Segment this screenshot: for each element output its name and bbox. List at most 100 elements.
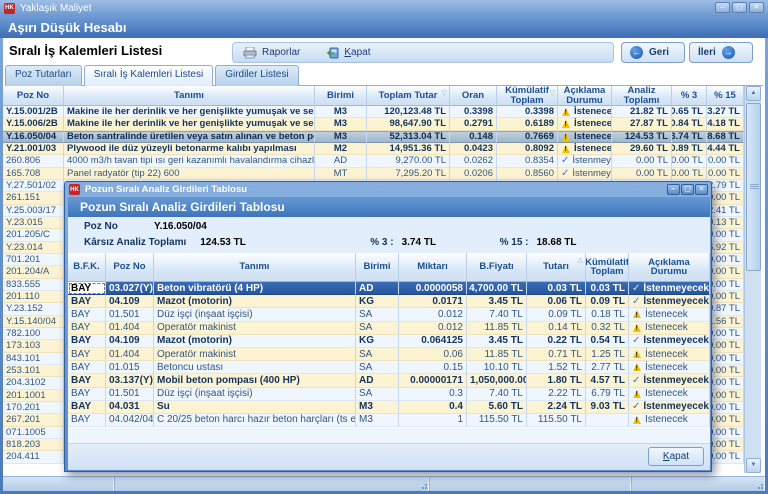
table-row[interactable]: BAY04.109Mazot (motorin)KG0.0641253.45 T… xyxy=(68,335,710,348)
cell-poz: 03.027(Y) xyxy=(106,282,154,295)
cell-p15: 0.00 TL xyxy=(707,340,744,352)
warning-icon: ! xyxy=(633,363,641,371)
cell-fiyat: 11.85 TL xyxy=(467,348,527,361)
column-header-bfk[interactable]: B.F.K. xyxy=(68,253,106,282)
resize-grip[interactable] xyxy=(761,487,763,489)
cell-kum: 0.54 TL xyxy=(586,335,629,348)
cell-poz: 03.137(Y) xyxy=(106,374,154,387)
column-header-aciklama-durumu[interactable]: Açıklama Durumu xyxy=(629,253,710,282)
tab-poz-tutarlari[interactable]: Poz Tutarları xyxy=(5,65,82,86)
table-row[interactable]: BAY03.027(Y)Beton vibratörü (4 HP)AD0.00… xyxy=(68,282,710,295)
column-header-bfiyati[interactable]: B.Fiyatı xyxy=(467,253,527,282)
column-header-yuzde3[interactable]: % 3 xyxy=(672,86,707,106)
column-header-tanimi[interactable]: Tanımı xyxy=(64,86,315,106)
table-row[interactable]: 260.8064000 m3/h tavan tipi ısı geri kaz… xyxy=(3,155,744,167)
vertical-scrollbar[interactable]: ▲ ▼ xyxy=(744,86,761,473)
minimize-icon[interactable]: – xyxy=(715,2,730,13)
column-header-birimi[interactable]: Birimi xyxy=(315,86,367,106)
column-header-oran[interactable]: Oran xyxy=(450,86,497,106)
cell-kum: 0.18 TL xyxy=(586,308,629,321)
cell-birim: SA xyxy=(356,322,399,335)
reports-button[interactable]: Raporlar xyxy=(243,47,300,59)
cell-oran: 0.0262 xyxy=(450,155,497,167)
close-icon[interactable]: ✕ xyxy=(749,2,764,13)
dialog-close-button[interactable]: Kapat xyxy=(648,447,704,466)
dialog-table-body: BAY03.027(Y)Beton vibratörü (4 HP)AD0.00… xyxy=(68,282,710,428)
column-header-poz-no[interactable]: Poz No xyxy=(106,253,154,282)
cell-kum: 0.7669 xyxy=(497,131,558,143)
table-row[interactable]: Y.21.001/03Plywood ile düz yüzeyli beton… xyxy=(3,143,744,155)
column-header-aciklama-durumu[interactable]: Açıklama Durumu xyxy=(558,86,612,106)
maximize-icon[interactable]: ▢ xyxy=(732,2,747,13)
window-titlebar: HK Yaklaşık Maliyet – ▢ ✕ xyxy=(0,0,768,16)
cell-poz: Y.16.050/04 xyxy=(3,131,64,143)
table-row[interactable]: BAY01.015Betoncu ustasıSA0.1510.10 TL1.5… xyxy=(68,361,710,374)
column-header-toplam-tutar[interactable]: Toplam Tutar▽ xyxy=(367,86,450,106)
dialog-maximize-icon[interactable]: ▢ xyxy=(681,184,694,195)
cell-p15: 0.00 TL xyxy=(707,254,744,266)
cell-kum: 0.3398 xyxy=(497,106,558,118)
cell-kum: 2.77 TL xyxy=(586,361,629,374)
column-header-birimi[interactable]: Birimi xyxy=(356,253,399,282)
table-row[interactable]: BAY04.109Mazot (motorin)KG0.01713.45 TL0… xyxy=(68,295,710,308)
close-page-button[interactable]: Kapat xyxy=(326,47,370,59)
tab-girdiler-listesi[interactable]: Girdiler Listesi xyxy=(215,65,298,86)
cell-tutar: 2.22 TL xyxy=(527,388,586,401)
column-header-tutari[interactable]: Tutarı△ xyxy=(527,253,586,282)
cell-p3: 0.00 TL xyxy=(672,168,707,180)
warning-icon: ! xyxy=(562,108,570,116)
status-segment xyxy=(632,477,765,491)
column-header-analiz-toplami[interactable]: Analiz Toplamı xyxy=(612,86,672,106)
cell-birim: M2 xyxy=(315,143,367,155)
dialog-minimize-icon[interactable]: – xyxy=(667,184,680,195)
table-row[interactable]: BAY01.404Operatör makinistSA0.01211.85 T… xyxy=(68,322,710,335)
table-row[interactable]: BAY04.031SuM30.45.60 TL2.24 TL9.03 TL✓İs… xyxy=(68,401,710,414)
yuzde15-label: % 15 : xyxy=(500,237,529,248)
cell-tanim: Operatör makinist xyxy=(154,322,356,335)
cell-kum: 9.03 TL xyxy=(586,401,629,414)
column-header-kumulatif-toplam[interactable]: Kümülatif Toplam▽ xyxy=(497,86,558,106)
table-row[interactable]: BAY04.042/04C 20/25 beton harcı hazır be… xyxy=(68,414,710,427)
column-header-kumulatif-toplam[interactable]: Kümülatif Toplam xyxy=(586,253,629,282)
column-header-tanimi[interactable]: Tanımı xyxy=(154,253,356,282)
scrollbar-thumb[interactable] xyxy=(746,103,761,271)
dialog-table-header: B.F.K. Poz No Tanımı Birimi Miktarı B.Fi… xyxy=(68,253,710,282)
column-header-yuzde15[interactable]: % 15 xyxy=(707,86,744,106)
cell-poz: 04.109 xyxy=(106,295,154,308)
cell-poz: 201.205/C xyxy=(3,229,64,241)
dialog-titlebar: HK Pozun Sıralı Analiz Girdileri Tablosu… xyxy=(65,182,711,197)
cell-analiz: 124.53 TL xyxy=(612,131,672,143)
cell-poz: 833.555 xyxy=(3,279,64,291)
forward-button[interactable]: İleri → xyxy=(689,42,753,63)
cell-durum: ✓İstenmeyecek xyxy=(629,374,710,387)
table-row[interactable]: Y.15.006/2BMakine ile her derinlik ve he… xyxy=(3,118,744,130)
cell-p3: 0.84 TL xyxy=(672,118,707,130)
tab-sirali-is-kalemleri[interactable]: Sıralı İş Kalemleri Listesi xyxy=(84,65,213,87)
cell-tutar: 1.80 TL xyxy=(527,374,586,387)
table-row[interactable]: BAY01.501Düz işçi (inşaat işçisi)SA0.37.… xyxy=(68,388,710,401)
table-row[interactable]: Y.16.050/04Beton santralinde üretilen ve… xyxy=(3,131,744,143)
module-banner-label: Aşırı Düşük Hesabı xyxy=(8,20,127,35)
scroll-up-icon[interactable]: ▲ xyxy=(746,86,761,101)
back-button[interactable]: ← Geri xyxy=(621,42,685,63)
table-row[interactable]: 165.708Panel radyatör (tip 22) 600MT7,29… xyxy=(3,168,744,180)
back-label: Geri xyxy=(649,47,669,58)
table-row[interactable]: BAY01.404Operatör makinistSA0.0611.85 TL… xyxy=(68,348,710,361)
cell-p15: 0.00 TL xyxy=(707,414,744,426)
table-row[interactable]: BAY01.501Düz işçi (inşaat işçisi)SA0.012… xyxy=(68,308,710,321)
karsiz-analiz-value: 124.53 TL xyxy=(200,237,300,248)
dialog-close-icon[interactable]: ✕ xyxy=(695,184,708,195)
column-header-miktari[interactable]: Miktarı xyxy=(399,253,467,282)
column-header-poz-no[interactable]: Poz No xyxy=(3,86,64,106)
cell-poz: Y.15.006/2B xyxy=(3,118,64,130)
cell-p15: 0.00 TL xyxy=(707,266,744,278)
warning-icon: ! xyxy=(633,390,641,398)
table-row[interactable]: Y.15.001/2BMakine ile her derinlik ve he… xyxy=(3,106,744,118)
cell-poz: 01.015 xyxy=(106,361,154,374)
cell-tanim: Makine ile her derinlik ve her genişlikt… xyxy=(64,106,315,118)
cell-birim: M3 xyxy=(356,414,399,427)
analysis-inputs-dialog: HK Pozun Sıralı Analiz Girdileri Tablosu… xyxy=(64,181,712,472)
table-row[interactable]: BAY03.137(Y)Mobil beton pompası (400 HP)… xyxy=(68,374,710,387)
scroll-down-icon[interactable]: ▼ xyxy=(746,458,761,473)
cell-poz: 01.404 xyxy=(106,322,154,335)
